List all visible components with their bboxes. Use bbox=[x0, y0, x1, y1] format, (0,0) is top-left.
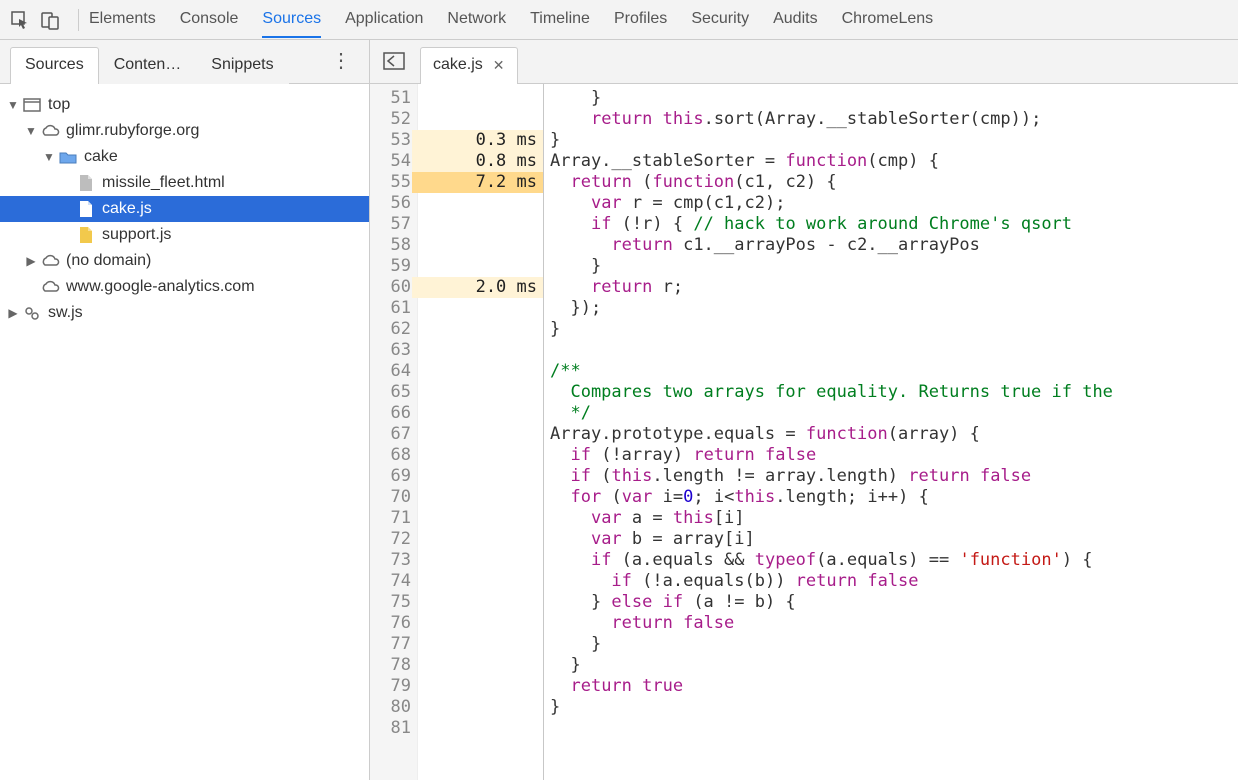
toolbar-separator bbox=[78, 9, 79, 31]
left-tab-2[interactable]: Snippets bbox=[196, 47, 288, 84]
editor-panel: cake.js ✕ 515253545556575859606162636465… bbox=[370, 40, 1238, 780]
tree-item[interactable]: cake.js bbox=[0, 196, 369, 222]
panel-tabs: Elements Console Sources Application Network… bbox=[89, 2, 933, 38]
panel-tab-timeline[interactable]: Timeline bbox=[530, 2, 590, 38]
cloud-icon bbox=[40, 277, 60, 297]
panel-tab-audits[interactable]: Audits bbox=[773, 2, 817, 38]
close-icon[interactable]: ✕ bbox=[493, 57, 505, 74]
tree-item[interactable]: ▼ cake bbox=[0, 144, 369, 170]
tree-item-label: sw.js bbox=[48, 304, 83, 322]
inspect-icon[interactable] bbox=[8, 8, 32, 32]
sources-left-panel: SourcesConten…Snippets ⋮ ▼ top ▼ glimr.rubyf… bbox=[0, 40, 370, 780]
window-icon bbox=[22, 95, 42, 115]
panel-tab-security[interactable]: Security bbox=[691, 2, 749, 38]
tree-arrow-icon[interactable]: ▶ bbox=[24, 254, 38, 268]
code-editor[interactable]: 5152535455565758596061626364656667686970… bbox=[370, 84, 1238, 780]
left-tab-1[interactable]: Conten… bbox=[99, 47, 197, 84]
tree-item[interactable]: ▶ sw.js bbox=[0, 300, 369, 326]
code-area[interactable]: } return this.sort(Array.__stableSorter(… bbox=[544, 84, 1238, 780]
file-tree[interactable]: ▼ top ▼ glimr.rubyforge.org ▼ cake missile_fle… bbox=[0, 84, 369, 780]
tree-item[interactable]: ▼ top bbox=[0, 92, 369, 118]
panel-tab-elements[interactable]: Elements bbox=[89, 2, 156, 38]
tree-item[interactable]: ▶ (no domain) bbox=[0, 248, 369, 274]
cloud-icon bbox=[40, 121, 60, 141]
file-icon bbox=[76, 173, 96, 193]
panel-tab-sources[interactable]: Sources bbox=[262, 2, 321, 38]
show-navigator-icon[interactable] bbox=[380, 47, 408, 75]
tree-arrow-icon[interactable]: ▼ bbox=[24, 124, 38, 138]
tree-item[interactable]: support.js bbox=[0, 222, 369, 248]
tree-arrow-icon[interactable]: ▶ bbox=[6, 306, 20, 320]
tree-item-label: cake bbox=[84, 148, 118, 166]
panel-tab-console[interactable]: Console bbox=[180, 2, 239, 38]
sources-left-tabs: SourcesConten…Snippets ⋮ bbox=[0, 40, 369, 84]
file-sel-icon bbox=[76, 199, 96, 219]
devtools-toolbar: Elements Console Sources Application Network… bbox=[0, 0, 1238, 40]
folder-icon bbox=[58, 147, 78, 167]
tree-item-label: cake.js bbox=[102, 200, 152, 218]
tree-arrow-icon[interactable]: ▼ bbox=[42, 150, 56, 164]
tree-arrow-icon[interactable]: ▼ bbox=[6, 98, 20, 112]
timing-gutter: 0.3 ms0.8 ms7.2 ms 2.0 ms bbox=[418, 84, 544, 780]
tree-item-label: top bbox=[48, 96, 70, 114]
panel-tab-profiles[interactable]: Profiles bbox=[614, 2, 667, 38]
panel-tab-network[interactable]: Network bbox=[447, 2, 506, 38]
tree-item-label: missile_fleet.html bbox=[102, 174, 225, 192]
left-tab-0[interactable]: Sources bbox=[10, 47, 99, 84]
gears-icon bbox=[22, 303, 42, 323]
cloud-icon bbox=[40, 251, 60, 271]
tree-item-label: www.google-analytics.com bbox=[66, 278, 255, 296]
device-toggle-icon[interactable] bbox=[38, 8, 62, 32]
line-gutter[interactable]: 5152535455565758596061626364656667686970… bbox=[370, 84, 418, 780]
left-tabs-more-icon[interactable]: ⋮ bbox=[323, 48, 359, 83]
file-yellow-icon bbox=[76, 225, 96, 245]
panel-tab-application[interactable]: Application bbox=[345, 2, 423, 38]
tree-item-label: support.js bbox=[102, 226, 171, 244]
tree-item-label: (no domain) bbox=[66, 252, 151, 270]
tree-item[interactable]: missile_fleet.html bbox=[0, 170, 369, 196]
file-tab-bar: cake.js ✕ bbox=[370, 40, 1238, 84]
tree-item[interactable]: www.google-analytics.com bbox=[0, 274, 369, 300]
panel-tab-chromelens[interactable]: ChromeLens bbox=[842, 2, 934, 38]
tree-item[interactable]: ▼ glimr.rubyforge.org bbox=[0, 118, 369, 144]
file-tab-cake-js[interactable]: cake.js ✕ bbox=[420, 47, 518, 84]
tree-item-label: glimr.rubyforge.org bbox=[66, 122, 199, 140]
file-tab-label: cake.js bbox=[433, 56, 483, 74]
